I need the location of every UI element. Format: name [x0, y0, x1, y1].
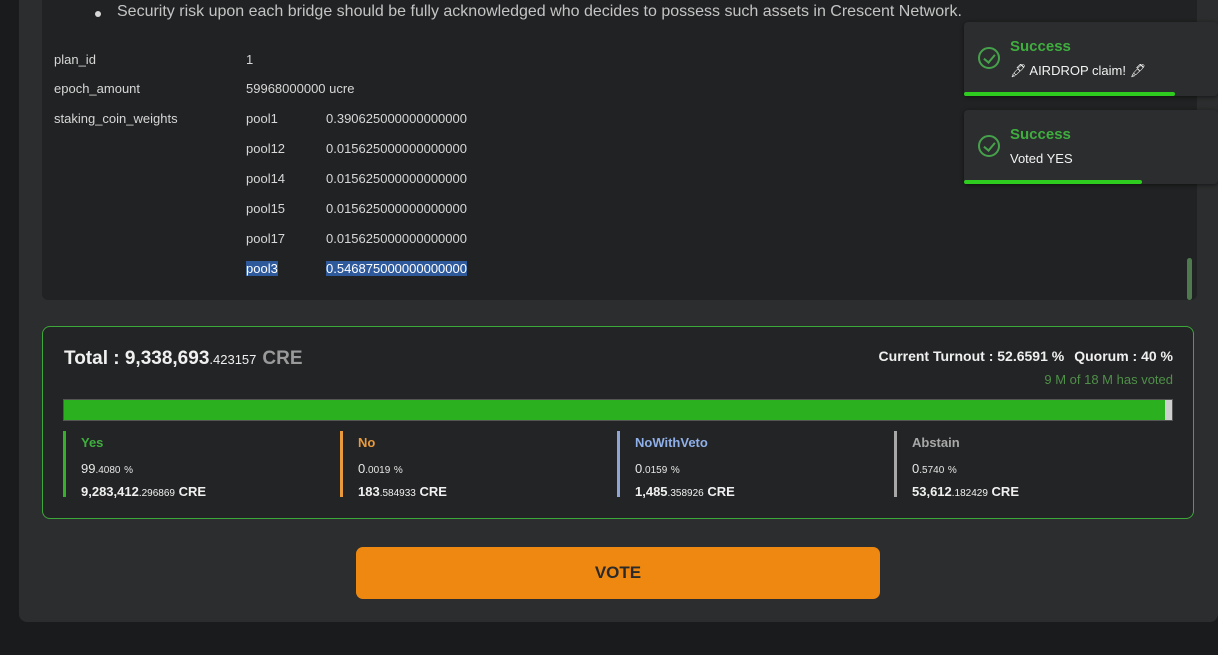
pool-weight: 0.015625000000000000 — [326, 171, 467, 186]
total-unit: CRE — [262, 348, 303, 369]
proposal-note: Security risk upon each bridge should be… — [117, 3, 962, 20]
pool-name: pool15 — [246, 201, 286, 216]
option-name: Abstain — [912, 435, 960, 450]
pool-weight-selected: 0.546875000000000000 — [326, 261, 467, 276]
tally-progress-bar — [63, 399, 1173, 421]
total-decimal: .423157 — [209, 352, 257, 367]
yes-progress-fill — [64, 400, 1166, 420]
pool-name: pool14 — [246, 171, 286, 186]
pool-weight: 0.015625000000000000 — [326, 201, 467, 216]
option-color-bar — [617, 431, 620, 497]
option-amount: 183.584933 CRE — [358, 484, 447, 499]
option-no: No 0.0019 % 183.584933 CRE — [340, 431, 610, 499]
pool-name: pool1 — [246, 111, 278, 126]
toast-message: 🖋 AIRDROP claim! 🖋 — [1010, 63, 1147, 78]
option-amount: 53,612.182429 CRE — [912, 484, 1019, 499]
pool-name: pool12 — [246, 141, 286, 156]
toast-title: Success — [1010, 126, 1071, 143]
pool-name-selected: pool3 — [246, 261, 278, 276]
option-name: NoWithVeto — [635, 435, 708, 450]
pool-weight: 0.015625000000000000 — [326, 141, 467, 156]
pool-name: pool17 — [246, 231, 286, 246]
param-key: plan_id — [54, 52, 96, 67]
option-color-bar — [340, 431, 343, 497]
tally-box: Total : 9,338,693.423157 CRE Current Turn… — [42, 326, 1194, 519]
option-amount: 1,485.358926 CRE — [635, 484, 735, 499]
vote-button[interactable]: VOTE — [356, 547, 880, 599]
turnout-info: Current Turnout : 52.6591 % Quorum : 40 % — [879, 348, 1173, 364]
quorum: Quorum : 40 % — [1074, 348, 1173, 364]
toast-progress-bar — [964, 92, 1175, 96]
scrollbar-thumb[interactable] — [1187, 258, 1192, 300]
option-percent: 0.5740 % — [912, 461, 957, 476]
pool-weight: 0.390625000000000000 — [326, 111, 467, 126]
option-name: No — [358, 435, 376, 450]
check-circle-icon — [978, 47, 1000, 69]
option-color-bar — [894, 431, 897, 497]
toast-title: Success — [1010, 38, 1071, 55]
current-turnout: Current Turnout : 52.6591 % — [878, 348, 1065, 364]
param-value: 59968000000 ucre — [246, 81, 355, 96]
total-label: Total : — [64, 348, 125, 369]
option-no-with-veto: NoWithVeto 0.0159 % 1,485.358926 CRE — [617, 431, 887, 499]
option-name: Yes — [81, 435, 104, 450]
toast-message: Voted YES — [1010, 151, 1073, 166]
pool-weight: 0.015625000000000000 — [326, 231, 467, 246]
option-yes: Yes 99.4080 % 9,283,412.296869 CRE — [63, 431, 333, 499]
toast-progress-bar — [964, 180, 1142, 184]
option-color-bar — [63, 431, 66, 497]
voted-summary: 9 M of 18 M has voted — [1044, 372, 1173, 387]
bullet-dot — [95, 11, 101, 17]
option-percent: 99.4080 % — [81, 461, 134, 476]
total-integer: 9,338,693 — [124, 348, 210, 369]
total-votes: Total : 9,338,693.423157 CRE — [64, 348, 303, 370]
toast-airdrop-success[interactable]: Success 🖋 AIRDROP claim! 🖋 — [964, 22, 1218, 96]
param-key: epoch_amount — [54, 81, 141, 96]
param-key: staking_coin_weights — [54, 111, 178, 126]
check-circle-icon — [978, 135, 1000, 157]
param-value: 1 — [246, 52, 254, 67]
option-amount: 9,283,412.296869 CRE — [81, 484, 207, 499]
option-percent: 0.0019 % — [358, 461, 403, 476]
option-percent: 0.0159 % — [635, 461, 680, 476]
toast-vote-success[interactable]: Success Voted YES — [964, 110, 1218, 184]
option-abstain: Abstain 0.5740 % 53,612.182429 CRE — [894, 431, 1164, 499]
